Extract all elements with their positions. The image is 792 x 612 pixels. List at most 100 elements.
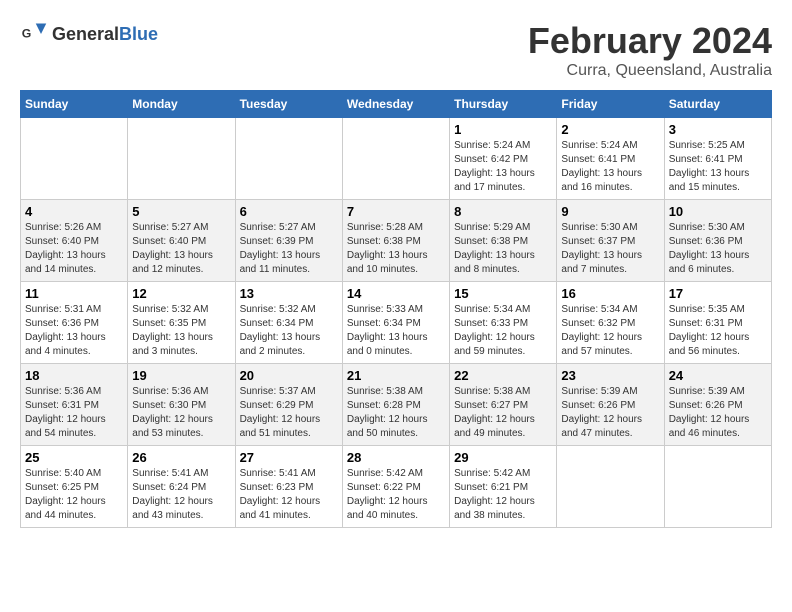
calendar-cell: 21Sunrise: 5:38 AMSunset: 6:28 PMDayligh… bbox=[342, 364, 449, 446]
day-number: 20 bbox=[240, 368, 338, 383]
calendar-cell: 2 Sunrise: 5:24 AMSunset: 6:41 PMDaylight… bbox=[557, 118, 664, 200]
calendar-table: SundayMondayTuesdayWednesdayThursdayFrid… bbox=[20, 90, 772, 528]
day-header-wednesday: Wednesday bbox=[342, 91, 449, 118]
day-number: 23 bbox=[561, 368, 659, 383]
day-number: 7 bbox=[347, 204, 445, 219]
day-info: Sunrise: 5:29 AMSunset: 6:38 PMDaylight:… bbox=[454, 221, 552, 277]
calendar-cell: 13 Sunrise: 5:32 AMSunset: 6:34 PMDayligh… bbox=[235, 282, 342, 364]
day-number: 3 bbox=[669, 122, 767, 137]
day-info: Sunrise: 5:36 AMSunset: 6:31 PMDaylight:… bbox=[25, 385, 123, 441]
calendar-cell bbox=[557, 446, 664, 528]
day-number: 29 bbox=[454, 450, 552, 465]
day-info: Sunrise: 5:42 AMSunset: 6:22 PMDaylight:… bbox=[347, 467, 445, 523]
calendar-cell: 5 Sunrise: 5:27 AMSunset: 6:40 PMDaylight… bbox=[128, 200, 235, 282]
calendar-cell bbox=[21, 118, 128, 200]
calendar-cell: 12Sunrise: 5:32 AMSunset: 6:35 PMDayligh… bbox=[128, 282, 235, 364]
day-info: Sunrise: 5:34 AMSunset: 6:32 PMDaylight:… bbox=[561, 303, 659, 359]
logo: G GeneralBlue bbox=[20, 20, 158, 48]
day-number: 2 bbox=[561, 122, 659, 137]
day-number: 4 bbox=[25, 204, 123, 219]
calendar-cell: 26Sunrise: 5:41 AMSunset: 6:24 PMDayligh… bbox=[128, 446, 235, 528]
day-number: 6 bbox=[240, 204, 338, 219]
day-number: 12 bbox=[132, 286, 230, 301]
calendar-cell: 15 Sunrise: 5:34 AMSunset: 6:33 PMDayligh… bbox=[450, 282, 557, 364]
title-block: February 2024 Curra, Queensland, Austral… bbox=[528, 20, 772, 80]
calendar-cell bbox=[128, 118, 235, 200]
day-info: Sunrise: 5:24 AMSunset: 6:41 PMDaylight:… bbox=[561, 139, 659, 195]
calendar-header-row: SundayMondayTuesdayWednesdayThursdayFrid… bbox=[21, 91, 772, 118]
day-number: 13 bbox=[240, 286, 338, 301]
calendar-location: Curra, Queensland, Australia bbox=[528, 62, 772, 80]
calendar-cell: 22Sunrise: 5:38 AMSunset: 6:27 PMDayligh… bbox=[450, 364, 557, 446]
calendar-cell: 18 Sunrise: 5:36 AMSunset: 6:31 PMDayligh… bbox=[21, 364, 128, 446]
day-info: Sunrise: 5:38 AMSunset: 6:28 PMDaylight:… bbox=[347, 385, 445, 441]
day-info: Sunrise: 5:25 AMSunset: 6:41 PMDaylight:… bbox=[669, 139, 767, 195]
day-info: Sunrise: 5:41 AMSunset: 6:23 PMDaylight:… bbox=[240, 467, 338, 523]
day-header-thursday: Thursday bbox=[450, 91, 557, 118]
day-number: 19 bbox=[132, 368, 230, 383]
calendar-cell: 16 Sunrise: 5:34 AMSunset: 6:32 PMDayligh… bbox=[557, 282, 664, 364]
calendar-cell: 23 Sunrise: 5:39 AMSunset: 6:26 PMDayligh… bbox=[557, 364, 664, 446]
day-info: Sunrise: 5:42 AMSunset: 6:21 PMDaylight:… bbox=[454, 467, 552, 523]
day-info: Sunrise: 5:39 AMSunset: 6:26 PMDaylight:… bbox=[561, 385, 659, 441]
day-info: Sunrise: 5:26 AMSunset: 6:40 PMDaylight:… bbox=[25, 221, 123, 277]
calendar-cell: 10 Sunrise: 5:30 AMSunset: 6:36 PMDayligh… bbox=[664, 200, 771, 282]
calendar-title: February 2024 bbox=[528, 20, 772, 62]
calendar-cell bbox=[342, 118, 449, 200]
calendar-cell: 25Sunrise: 5:40 AMSunset: 6:25 PMDayligh… bbox=[21, 446, 128, 528]
day-info: Sunrise: 5:39 AMSunset: 6:26 PMDaylight:… bbox=[669, 385, 767, 441]
calendar-cell: 1 Sunrise: 5:24 AMSunset: 6:42 PMDaylight… bbox=[450, 118, 557, 200]
calendar-cell: 9 Sunrise: 5:30 AMSunset: 6:37 PMDaylight… bbox=[557, 200, 664, 282]
day-number: 1 bbox=[454, 122, 552, 137]
day-info: Sunrise: 5:27 AMSunset: 6:40 PMDaylight:… bbox=[132, 221, 230, 277]
day-number: 17 bbox=[669, 286, 767, 301]
day-number: 24 bbox=[669, 368, 767, 383]
day-info: Sunrise: 5:24 AMSunset: 6:42 PMDaylight:… bbox=[454, 139, 552, 195]
day-number: 27 bbox=[240, 450, 338, 465]
calendar-cell: 3 Sunrise: 5:25 AMSunset: 6:41 PMDaylight… bbox=[664, 118, 771, 200]
calendar-week-row: 18 Sunrise: 5:36 AMSunset: 6:31 PMDayligh… bbox=[21, 364, 772, 446]
calendar-cell: 19Sunrise: 5:36 AMSunset: 6:30 PMDayligh… bbox=[128, 364, 235, 446]
day-info: Sunrise: 5:32 AMSunset: 6:34 PMDaylight:… bbox=[240, 303, 338, 359]
calendar-week-row: 1 Sunrise: 5:24 AMSunset: 6:42 PMDaylight… bbox=[21, 118, 772, 200]
calendar-week-row: 4 Sunrise: 5:26 AMSunset: 6:40 PMDaylight… bbox=[21, 200, 772, 282]
day-number: 25 bbox=[25, 450, 123, 465]
day-number: 9 bbox=[561, 204, 659, 219]
page-header: G GeneralBlue February 2024 Curra, Queen… bbox=[20, 20, 772, 80]
day-number: 28 bbox=[347, 450, 445, 465]
calendar-cell: 4 Sunrise: 5:26 AMSunset: 6:40 PMDaylight… bbox=[21, 200, 128, 282]
calendar-cell: 17 Sunrise: 5:35 AMSunset: 6:31 PMDayligh… bbox=[664, 282, 771, 364]
svg-text:G: G bbox=[22, 27, 32, 41]
day-number: 16 bbox=[561, 286, 659, 301]
calendar-cell: 28 Sunrise: 5:42 AMSunset: 6:22 PMDayligh… bbox=[342, 446, 449, 528]
day-header-tuesday: Tuesday bbox=[235, 91, 342, 118]
day-number: 15 bbox=[454, 286, 552, 301]
day-info: Sunrise: 5:34 AMSunset: 6:33 PMDaylight:… bbox=[454, 303, 552, 359]
day-header-friday: Friday bbox=[557, 91, 664, 118]
day-info: Sunrise: 5:27 AMSunset: 6:39 PMDaylight:… bbox=[240, 221, 338, 277]
day-info: Sunrise: 5:28 AMSunset: 6:38 PMDaylight:… bbox=[347, 221, 445, 277]
calendar-cell bbox=[664, 446, 771, 528]
day-number: 10 bbox=[669, 204, 767, 219]
day-number: 8 bbox=[454, 204, 552, 219]
day-info: Sunrise: 5:30 AMSunset: 6:37 PMDaylight:… bbox=[561, 221, 659, 277]
calendar-cell: 11Sunrise: 5:31 AMSunset: 6:36 PMDayligh… bbox=[21, 282, 128, 364]
day-info: Sunrise: 5:30 AMSunset: 6:36 PMDaylight:… bbox=[669, 221, 767, 277]
day-info: Sunrise: 5:35 AMSunset: 6:31 PMDaylight:… bbox=[669, 303, 767, 359]
day-info: Sunrise: 5:41 AMSunset: 6:24 PMDaylight:… bbox=[132, 467, 230, 523]
day-number: 18 bbox=[25, 368, 123, 383]
calendar-cell: 27 Sunrise: 5:41 AMSunset: 6:23 PMDayligh… bbox=[235, 446, 342, 528]
day-info: Sunrise: 5:33 AMSunset: 6:34 PMDaylight:… bbox=[347, 303, 445, 359]
logo-icon: G bbox=[20, 20, 48, 48]
logo-blue: Blue bbox=[119, 24, 158, 44]
day-header-sunday: Sunday bbox=[21, 91, 128, 118]
calendar-cell: 6 Sunrise: 5:27 AMSunset: 6:39 PMDaylight… bbox=[235, 200, 342, 282]
calendar-cell: 7 Sunrise: 5:28 AMSunset: 6:38 PMDaylight… bbox=[342, 200, 449, 282]
logo-general: General bbox=[52, 24, 119, 44]
day-number: 22 bbox=[454, 368, 552, 383]
calendar-cell: 20 Sunrise: 5:37 AMSunset: 6:29 PMDayligh… bbox=[235, 364, 342, 446]
day-info: Sunrise: 5:37 AMSunset: 6:29 PMDaylight:… bbox=[240, 385, 338, 441]
day-number: 5 bbox=[132, 204, 230, 219]
calendar-week-row: 11Sunrise: 5:31 AMSunset: 6:36 PMDayligh… bbox=[21, 282, 772, 364]
calendar-cell: 24 Sunrise: 5:39 AMSunset: 6:26 PMDayligh… bbox=[664, 364, 771, 446]
